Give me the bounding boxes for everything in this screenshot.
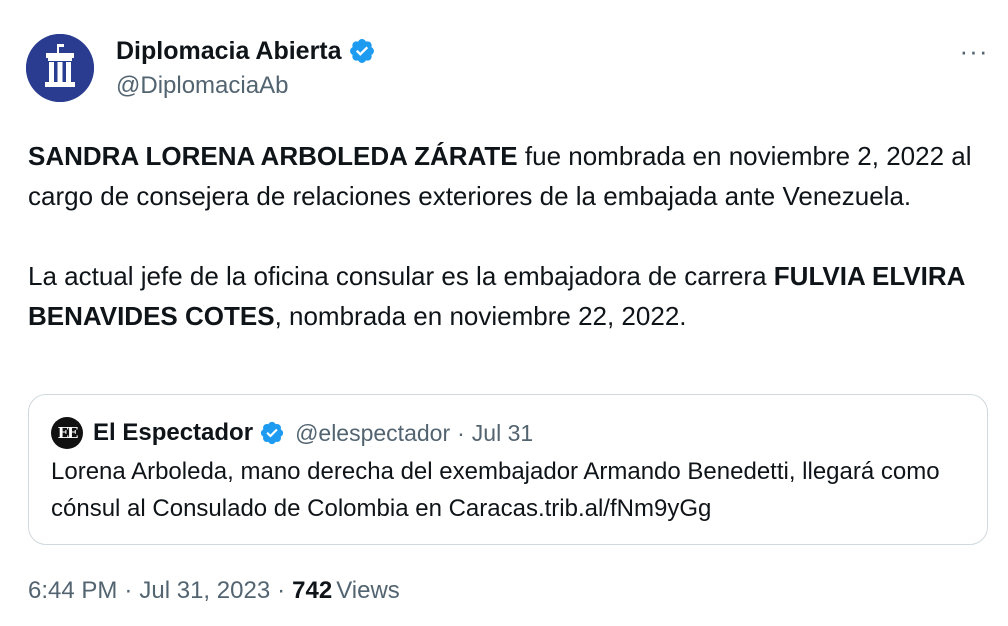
quoted-tweet-date[interactable]: Jul 31 bbox=[472, 420, 533, 447]
quoted-tweet-card[interactable]: EE El Espectador @elespectador · Jul 31 … bbox=[28, 394, 988, 545]
views-count[interactable]: 742 bbox=[292, 577, 332, 605]
views-label[interactable]: Views bbox=[336, 577, 400, 605]
tweet: Diplomacia Abierta @DiplomaciaAb ··· SAN… bbox=[0, 0, 1008, 626]
quoted-tweet-text: Lorena Arboleda, mano derecha del exemba… bbox=[51, 458, 940, 522]
author-handle[interactable]: @DiplomaciaAb bbox=[116, 71, 288, 101]
tweet-metadata: 6:44 PM · Jul 31, 2023 · 742 Views bbox=[28, 574, 400, 608]
author-name-text[interactable]: Diplomacia Abierta bbox=[116, 36, 342, 66]
more-icon: ··· bbox=[959, 35, 989, 66]
quoted-separator: · bbox=[457, 419, 465, 446]
building-logo-icon bbox=[26, 34, 94, 102]
tweet-time[interactable]: 6:44 PM bbox=[28, 577, 117, 605]
tweet-text-2a: La actual jefe de la oficina consular es… bbox=[28, 261, 774, 291]
quoted-avatar-logo: EE bbox=[57, 424, 79, 442]
quoted-tweet-header: EE El Espectador @elespectador · Jul 31 bbox=[51, 417, 533, 449]
tweet-bold-name-1: SANDRA LORENA ARBOLEDA ZÁRATE bbox=[28, 141, 518, 171]
meta-separator-1: · bbox=[124, 577, 133, 604]
more-options-button[interactable]: ··· bbox=[950, 36, 998, 66]
tweet-text: SANDRA LORENA ARBOLEDA ZÁRATE fue nombra… bbox=[28, 136, 988, 336]
quoted-author-avatar[interactable]: EE bbox=[51, 417, 83, 449]
meta-separator-2: · bbox=[277, 577, 286, 604]
tweet-text-2b: , nombrada en noviembre 22, 2022. bbox=[274, 301, 687, 331]
tweet-paragraph-2: La actual jefe de la oficina consular es… bbox=[28, 256, 988, 336]
quoted-author-handle[interactable]: @elespectador bbox=[295, 420, 450, 447]
tweet-date[interactable]: Jul 31, 2023 bbox=[139, 577, 270, 605]
tweet-paragraph-1: SANDRA LORENA ARBOLEDA ZÁRATE fue nombra… bbox=[28, 136, 988, 216]
author-name[interactable]: Diplomacia Abierta bbox=[116, 36, 376, 66]
author-avatar[interactable] bbox=[26, 34, 94, 102]
quoted-author-name[interactable]: El Espectador bbox=[93, 419, 253, 447]
verified-badge-icon[interactable] bbox=[348, 37, 376, 65]
quoted-verified-badge-icon bbox=[259, 420, 285, 446]
